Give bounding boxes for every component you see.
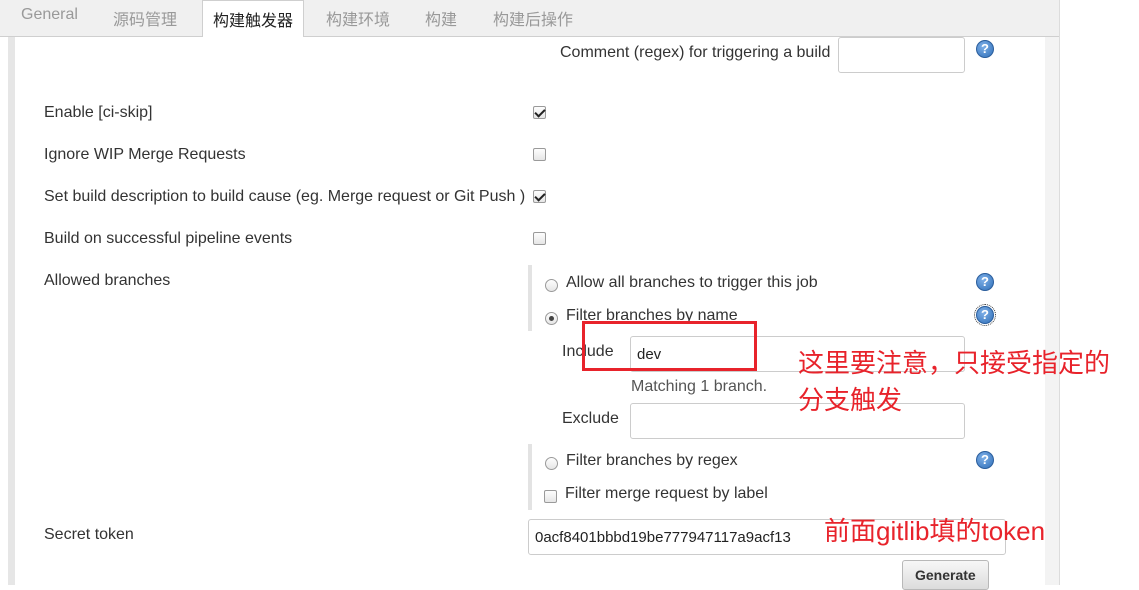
tab-source-control[interactable]: 源码管理 [113, 6, 177, 30]
tab-general[interactable]: General [21, 6, 78, 24]
set-build-description-checkbox[interactable] [533, 190, 546, 203]
pipeline-events-label: Build on successful pipeline events [44, 230, 293, 247]
token-annotation: 前面gitlib填的token [824, 516, 1046, 546]
tab-build-environment[interactable]: 构建环境 [326, 6, 390, 30]
filter-by-regex-radio[interactable] [545, 457, 558, 470]
tab-build[interactable]: 构建 [425, 6, 457, 30]
allow-all-branches-radio[interactable] [545, 279, 558, 292]
help-gutter [1045, 37, 1059, 585]
section-indent-bar [8, 37, 15, 585]
page-right-edge [1059, 0, 1060, 585]
config-tab-bar: General 源码管理 构建触发器 构建环境 构建 构建后操作 [0, 0, 1060, 38]
include-highlight-box [582, 321, 757, 371]
comment-regex-label: Comment (regex) for triggering a build [560, 44, 831, 61]
set-build-description-label: Set build description to build cause (eg… [44, 188, 526, 205]
help-icon[interactable]: ? [976, 40, 994, 58]
filter-by-name-radio[interactable] [545, 312, 558, 325]
matching-branches-text: Matching 1 branch. [631, 378, 768, 395]
tab-build-triggers[interactable]: 构建触发器 [202, 0, 305, 38]
ignore-wip-checkbox[interactable] [533, 148, 546, 161]
comment-regex-input[interactable] [838, 37, 965, 73]
generate-token-button[interactable]: Generate [902, 560, 989, 590]
include-annotation-line1: 这里要注意，只接受指定的 [798, 348, 1111, 378]
include-annotation-line2: 分支触发 [798, 385, 903, 415]
ignore-wip-label: Ignore WIP Merge Requests [44, 146, 246, 163]
secret-token-label: Secret token [44, 526, 134, 543]
filter-by-label-label: Filter merge request by label [565, 485, 768, 502]
pipeline-events-checkbox[interactable] [533, 232, 546, 245]
allow-all-branches-label: Allow all branches to trigger this job [566, 274, 818, 291]
filter-by-label-checkbox[interactable] [544, 490, 557, 503]
allowed-branches-label: Allowed branches [44, 272, 171, 289]
exclude-label: Exclude [562, 410, 619, 427]
help-icon[interactable]: ? [976, 451, 994, 469]
filter-by-regex-label: Filter branches by regex [566, 452, 738, 469]
enable-ci-skip-label: Enable [ci-skip] [44, 104, 153, 121]
help-icon[interactable]: ? [976, 273, 994, 291]
enable-ci-skip-checkbox[interactable] [533, 106, 546, 119]
help-icon[interactable]: ? [974, 304, 996, 326]
tab-post-build[interactable]: 构建后操作 [493, 6, 573, 30]
branch-options-divider [528, 444, 532, 510]
branch-options-divider [528, 265, 532, 331]
